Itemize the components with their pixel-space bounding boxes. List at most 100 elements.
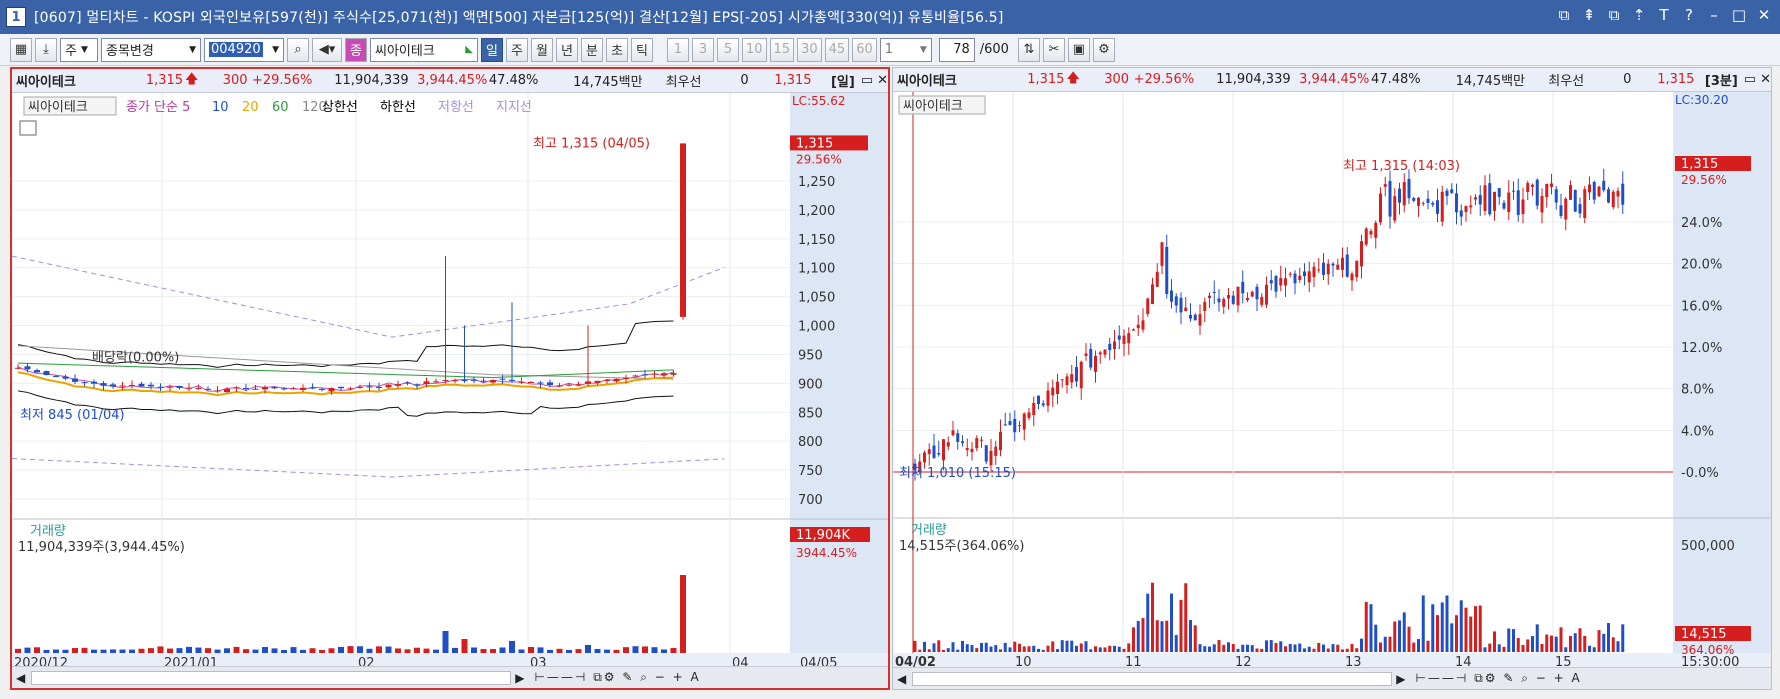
interval-45[interactable]: 45 bbox=[824, 37, 850, 62]
period-minute[interactable]: 분 bbox=[581, 37, 603, 62]
volume-bar bbox=[1521, 644, 1525, 652]
volume-bar bbox=[1065, 640, 1069, 652]
period-second[interactable]: 초 bbox=[606, 37, 628, 62]
restore-icon[interactable]: ▭ bbox=[861, 73, 873, 88]
interval-15[interactable]: 15 bbox=[769, 37, 795, 62]
period-tick[interactable]: 틱 bbox=[631, 37, 653, 62]
period-week[interactable]: 주 bbox=[506, 37, 528, 62]
candle-body bbox=[1189, 314, 1192, 319]
volume-bar bbox=[1094, 646, 1097, 652]
right-amount: 14,745백만 bbox=[1455, 74, 1526, 89]
minute-chart-pane: 씨아이테크 1,315 🡅 300 +29.56% 11,904,339 3,9… bbox=[892, 67, 1772, 690]
interval-1[interactable]: 1 bbox=[667, 37, 689, 62]
volume-bar bbox=[290, 647, 297, 653]
period-year[interactable]: 년 bbox=[556, 37, 578, 62]
stock-name-field[interactable]: 씨아이테크 ◣ bbox=[370, 37, 478, 62]
volume-bar bbox=[1231, 644, 1235, 652]
candle-body bbox=[1013, 418, 1017, 433]
up-arrow-icon: 🡅 bbox=[1066, 70, 1080, 86]
indicator-icon[interactable]: ⇅ bbox=[1017, 37, 1040, 62]
volume-bar bbox=[961, 640, 964, 652]
search-icon[interactable]: ⌕ bbox=[287, 37, 309, 62]
count-input[interactable]: 78 bbox=[938, 37, 975, 62]
volume-bar bbox=[1108, 645, 1112, 652]
minimize-icon[interactable]: – bbox=[1706, 6, 1722, 24]
left-priority-qty: 0 bbox=[740, 73, 749, 88]
interval-60[interactable]: 60 bbox=[852, 37, 877, 62]
left-amount: 14,745백만 bbox=[573, 75, 643, 90]
zoom-tools-icon[interactable]: ⊢——⊣ ⧉⚙ ✎ ⌕ − + A bbox=[534, 670, 700, 685]
settings-icon[interactable]: ⚙ bbox=[1092, 37, 1115, 62]
minute-chart-svg[interactable]: 24.0%20.0%16.0%12.0%8.0%4.0%-0.0%04/02 10… bbox=[893, 92, 1771, 669]
volume-bar bbox=[1222, 644, 1226, 652]
left-change-pct: +29.56% bbox=[251, 73, 313, 88]
save-icon[interactable]: ▣ bbox=[1067, 37, 1090, 62]
interval-3[interactable]: 3 bbox=[692, 37, 714, 62]
font-size-icon[interactable]: T bbox=[1656, 6, 1672, 24]
zoom-tools-icon[interactable]: ⊢——⊣ ⧉⚙ ✎ ⌕ − + A bbox=[1415, 671, 1581, 686]
candle-body bbox=[319, 388, 325, 390]
candle-body bbox=[1398, 188, 1401, 203]
volume-bar bbox=[1474, 606, 1477, 652]
legend-extra: 지지선 bbox=[496, 100, 532, 115]
scroll-right-icon[interactable]: ▶ bbox=[515, 671, 524, 685]
volume-bar bbox=[1322, 644, 1325, 652]
volume-bar bbox=[91, 649, 97, 653]
link-window-icon[interactable]: ⧉ bbox=[1556, 6, 1572, 24]
scroll-left-icon[interactable]: ◀ bbox=[897, 672, 906, 686]
type-select[interactable]: 주 ▼ bbox=[60, 37, 98, 62]
change-select[interactable]: 종목변경 ▼ bbox=[101, 37, 201, 62]
close-icon[interactable]: ✕ bbox=[1756, 6, 1772, 24]
candle-body bbox=[1535, 179, 1539, 206]
close-icon[interactable]: ✕ bbox=[1760, 72, 1771, 87]
daily-chart-svg[interactable]: 1,250 1,200 1,150 1,100 1,050 1,000 950 900 850 8… bbox=[12, 93, 888, 669]
interval-5[interactable]: 5 bbox=[717, 37, 739, 62]
volume-bar bbox=[1307, 646, 1311, 652]
app-icon[interactable]: 1 bbox=[6, 7, 26, 27]
legend-extra: 저항선 bbox=[438, 100, 474, 115]
left-scroll-bar[interactable]: ◀ ▶ ⊢——⊣ ⧉⚙ ✎ ⌕ − + A bbox=[12, 666, 888, 688]
scroll-track[interactable] bbox=[912, 671, 1393, 686]
download-icon[interactable]: ⤓ bbox=[35, 37, 57, 62]
candle-body bbox=[385, 384, 392, 388]
volume-bar bbox=[1084, 641, 1088, 652]
interval-30[interactable]: 30 bbox=[797, 37, 822, 62]
right-price2: 1,315 bbox=[1657, 72, 1695, 87]
candle-body bbox=[961, 441, 964, 444]
layout-icon[interactable]: ▦ bbox=[10, 37, 32, 62]
tools-icon[interactable]: ✂ bbox=[1042, 37, 1065, 62]
price-tick-label: 800 bbox=[798, 435, 823, 450]
volume-bar bbox=[1127, 643, 1131, 652]
volume-bar bbox=[1578, 628, 1582, 652]
tile-window-icon[interactable]: ⧉ bbox=[1606, 6, 1622, 24]
candle-body bbox=[1440, 191, 1444, 222]
restore-icon[interactable]: ▭ bbox=[1744, 72, 1756, 87]
speaker-icon[interactable]: ◀▾ bbox=[312, 37, 342, 62]
ma5-line bbox=[17, 366, 674, 392]
interval-input[interactable]: 1 ▼ bbox=[879, 37, 932, 62]
period-month[interactable]: 월 bbox=[531, 37, 553, 62]
candle-body bbox=[404, 382, 411, 384]
right-scroll-bar[interactable]: ◀ ▶ ⊢——⊣ ⧉⚙ ✎ ⌕ − + A bbox=[893, 667, 1771, 689]
pct-tick-label: 12.0% bbox=[1681, 341, 1722, 356]
volume-bar bbox=[1455, 615, 1458, 652]
close-icon[interactable]: ✕ bbox=[877, 73, 888, 88]
period-day[interactable]: 일 bbox=[481, 37, 503, 62]
candle-body bbox=[1269, 280, 1273, 284]
legend-ma-period: 10 bbox=[212, 100, 229, 115]
stock-code-input[interactable]: 004920 ▼ bbox=[204, 37, 284, 62]
top-most-icon[interactable]: ⇡ bbox=[1631, 6, 1647, 24]
scroll-track[interactable] bbox=[31, 670, 512, 685]
volume-bar bbox=[1459, 600, 1463, 652]
pin-icon[interactable]: ⇞ bbox=[1581, 6, 1597, 24]
help-icon[interactable]: ? bbox=[1681, 6, 1697, 24]
volume-bar bbox=[989, 646, 993, 652]
right-change-pct: +29.56% bbox=[1133, 72, 1195, 87]
volume-bar bbox=[167, 648, 173, 653]
scroll-right-icon[interactable]: ▶ bbox=[1396, 672, 1405, 686]
maximize-icon[interactable]: □ bbox=[1731, 6, 1747, 24]
interval-10[interactable]: 10 bbox=[742, 37, 767, 62]
scroll-left-icon[interactable]: ◀ bbox=[16, 671, 25, 685]
volume-bar bbox=[937, 640, 941, 652]
candle-body bbox=[1155, 271, 1159, 287]
